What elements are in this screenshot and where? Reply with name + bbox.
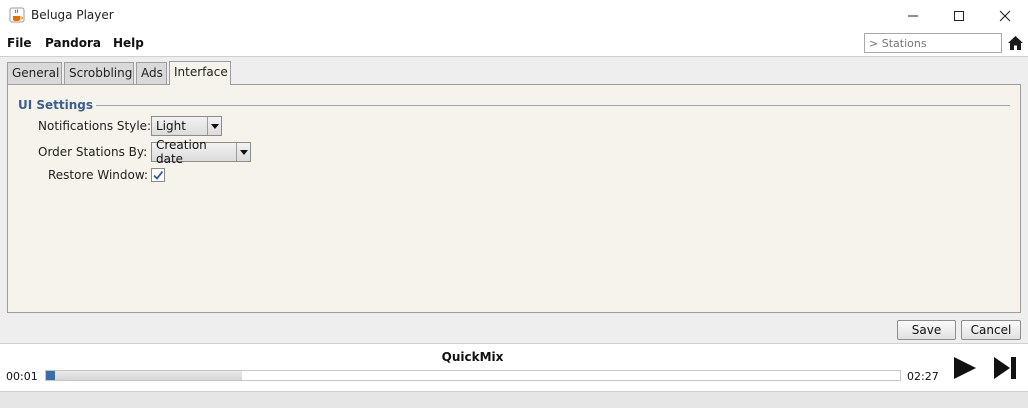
maximize-icon <box>954 10 964 21</box>
tab-ads-label: Ads <box>141 66 163 80</box>
song-title: QuickMix <box>441 350 504 364</box>
cancel-button-label: Cancel <box>970 323 1012 337</box>
progress-played <box>46 371 55 380</box>
close-button[interactable] <box>982 0 1028 31</box>
order-stations-label: Order Stations By: <box>38 145 148 159</box>
tab-ads[interactable]: Ads <box>136 62 167 84</box>
menu-help[interactable]: Help <box>113 36 144 50</box>
save-button-label: Save <box>911 323 942 337</box>
tab-general[interactable]: General <box>7 62 62 84</box>
close-icon <box>999 10 1011 21</box>
tab-interface[interactable]: Interface <box>169 61 231 85</box>
progress-bar[interactable] <box>45 370 901 381</box>
skip-next-icon[interactable] <box>993 356 1018 380</box>
home-icon[interactable] <box>1007 35 1024 51</box>
restore-window-checkbox[interactable] <box>151 168 165 182</box>
menu-pandora[interactable]: Pandora <box>45 36 101 50</box>
progress-buffer <box>46 371 242 380</box>
tab-interface-label: Interface <box>174 65 228 79</box>
elapsed-time: 00:01 <box>6 370 38 383</box>
minimize-button[interactable] <box>890 0 936 31</box>
chevron-down-icon <box>236 143 250 161</box>
status-bar <box>0 391 1028 408</box>
total-time: 02:27 <box>907 370 939 383</box>
title-bar: Beluga Player <box>0 0 1028 31</box>
save-button[interactable]: Save <box>897 320 956 340</box>
maximize-button[interactable] <box>936 0 982 31</box>
section-divider <box>96 105 1010 106</box>
restore-window-label: Restore Window: <box>48 168 149 182</box>
cancel-button[interactable]: Cancel <box>961 320 1021 340</box>
tab-scrobbling-label: Scrobbling <box>69 66 133 80</box>
tab-scrobbling[interactable]: Scrobbling <box>64 62 134 84</box>
notifications-style-select[interactable]: Light <box>151 116 222 136</box>
minimize-icon <box>908 15 918 16</box>
checkmark-icon <box>153 170 164 180</box>
order-stations-select[interactable]: Creation date <box>151 138 251 166</box>
notifications-style-label: Notifications Style: <box>38 119 152 133</box>
station-search-input[interactable] <box>864 33 1002 53</box>
play-icon[interactable] <box>952 356 978 380</box>
section-title: UI Settings <box>18 98 94 112</box>
java-cup-icon <box>9 7 25 23</box>
order-stations-value: Creation date <box>156 138 207 166</box>
menu-file[interactable]: File <box>7 36 32 50</box>
notifications-style-value: Light <box>156 119 186 133</box>
chevron-down-icon <box>207 117 221 135</box>
window-title: Beluga Player <box>31 8 114 22</box>
tab-general-label: General <box>12 66 60 80</box>
